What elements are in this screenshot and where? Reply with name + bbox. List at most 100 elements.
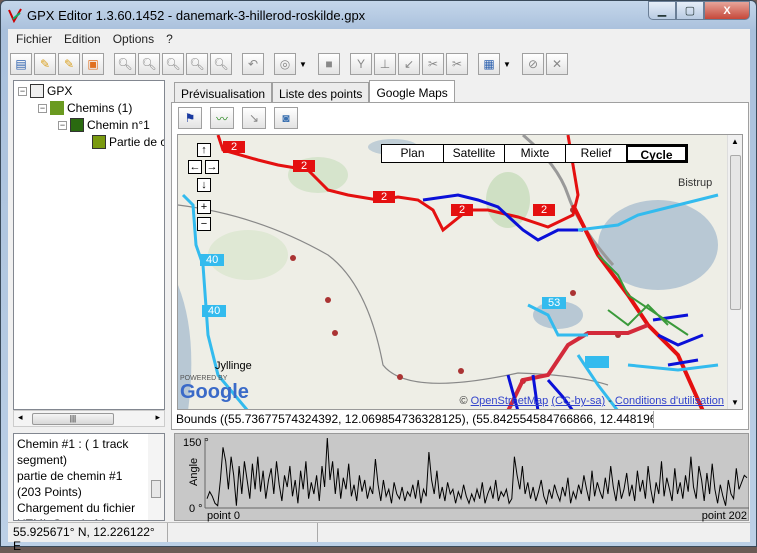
menu-help[interactable]: ? [160,29,179,49]
pan-right-button[interactable]: → [205,160,219,174]
minimize-button[interactable]: ▁ [648,1,676,20]
tracks-icon [50,101,64,115]
log-line: Chargement du fichier HTML Google Map [17,501,136,520]
close-button[interactable]: X [704,1,750,20]
zoom-in-button[interactable]: + [197,200,211,214]
undo-button[interactable]: ↶ [242,53,264,75]
app-logo-icon [8,8,22,23]
tree-node-gpx[interactable]: − GPX [18,84,72,98]
scroll-thumb[interactable]: ||| [32,413,114,425]
tab-previsualisation[interactable]: Prévisualisation [174,82,273,102]
menu-edition[interactable]: Edition [58,29,107,49]
angle-chart: 150 ° 0 ° Angle point 0 point 202 [174,433,749,522]
log-line: Chemin #1 : ( 1 track segment) [17,437,129,467]
save-map-dropdown[interactable]: ▼ [502,53,512,75]
screenshot-button[interactable]: ◙ [274,107,298,129]
export-button[interactable]: ▣ [82,53,104,75]
edit-button[interactable]: ✎ [34,53,56,75]
status-bar: 55.925671° N, 12.226122° E [8,522,750,553]
split-button[interactable]: ⊥ [374,53,396,75]
track-icon: 〰 [215,111,228,126]
link-icon: ⊘ [527,57,539,71]
menu-fichier[interactable]: Fichier [10,29,58,49]
segment-icon [92,135,106,149]
save-map-button[interactable]: ▦ [478,53,500,75]
tree-horizontal-scrollbar[interactable]: ◂ ||| ▸ [13,410,165,427]
tab-liste-des-points[interactable]: Liste des points [272,82,370,102]
map-type-cycle[interactable]: Cycle [626,145,687,162]
zoom-icon: 🔍︎ [117,57,133,71]
x-tick-label: point 202 [702,510,747,522]
map-type-mixte[interactable]: Mixte [504,145,565,162]
tab-google-maps[interactable]: Google Maps [369,80,455,102]
split-icon: ⊥ [379,57,391,71]
new-button[interactable]: ▤ [10,53,32,75]
cut-button[interactable]: ✂ [422,53,444,75]
map-canvas [178,135,730,409]
google-maps-panel: ⚑ 〰 ↘ ◙ 2 2 2 2 2 40 40 53 53 Bistrup Jy… [171,102,749,430]
track-button[interactable]: 〰 [210,107,234,129]
new-icon: ▤ [15,57,27,71]
copy-button[interactable]: ■ [318,53,340,75]
edit-points-button[interactable]: ✎ [58,53,80,75]
waypoint-button[interactable]: ⚑ [178,107,202,129]
map-type-satellite[interactable]: Satellite [443,145,504,162]
pan-up-button[interactable]: ↑ [197,143,211,157]
route-shield: 53 [585,354,610,368]
tree-node-chemins[interactable]: − Chemins (1) [38,101,132,115]
status-pane [168,523,318,542]
maximize-button[interactable]: ▢ [676,1,704,20]
tree-label: GPX [47,84,73,98]
zoom-fit-icon: 🔍︎ [189,57,205,71]
tree-node-chemin[interactable]: − Chemin n°1 [58,118,150,132]
delete-button[interactable]: ✕ [546,53,568,75]
cut-segment-icon: ✂ [451,57,463,71]
terms-link[interactable]: Conditions d'utilisation [615,395,724,407]
zoom-fit-button[interactable]: 🔍︎ [186,53,208,75]
gps-device-button[interactable]: ◎ [274,53,296,75]
zoom-in-button[interactable]: 🔍︎ [138,53,160,75]
zoom-out-button[interactable]: 🔍︎ [162,53,184,75]
scroll-right-icon[interactable]: ▸ [155,412,160,423]
zoom-button[interactable]: 🔍︎ [114,53,136,75]
copy-icon: ■ [325,57,333,71]
place-label: Bistrup [678,177,713,189]
tree-node-partie[interactable]: Partie de chemin [92,135,164,149]
link-button[interactable]: ⊘ [522,53,544,75]
map-scrollbar[interactable]: ▲ ▼ [727,135,742,409]
edit-icon: ✎ [39,57,51,71]
zoom-out-button[interactable]: − [197,217,211,231]
gps-dropdown[interactable]: ▼ [298,53,308,75]
zoom-select-button[interactable]: 🔍︎ [210,53,232,75]
pan-down-button[interactable]: ↓ [197,178,211,192]
menu-options[interactable]: Options [107,29,160,49]
google-map[interactable]: 2 2 2 2 2 40 40 53 53 Bistrup Jyllinge P… [177,134,743,410]
route-shield: 2 [223,139,246,153]
collapse-icon[interactable]: − [58,120,67,130]
bounds-readout: Bounds ((55.73677574324392, 12.069854736… [176,411,654,428]
log-line: partie de chemin #1 (203 Points) [17,469,123,499]
route-icon: ↘ [248,111,260,125]
join-button[interactable]: ↙ [398,53,420,75]
osm-link[interactable]: OpenStreetMap [471,395,549,407]
license-link[interactable]: (CC-by-sa) [551,395,605,407]
filter-button[interactable]: Y [350,53,372,75]
cut-segment-button[interactable]: ✂ [446,53,468,75]
join-icon: ↙ [403,57,415,71]
pan-left-button[interactable]: ← [188,160,202,174]
route-shield: 53 [542,295,567,309]
collapse-icon[interactable]: − [38,103,47,113]
map-type-selector: Plan Satellite Mixte Relief Cycle [381,144,688,163]
route-shield: 2 [293,158,316,172]
filter-icon: Y [356,57,365,71]
log-scrollbar[interactable] [148,434,164,520]
scroll-left-icon[interactable]: ◂ [18,412,23,423]
zoom-in-icon: 🔍︎ [141,57,157,71]
map-type-plan[interactable]: Plan [382,145,443,162]
route-button[interactable]: ↘ [242,107,266,129]
window-title: GPX Editor 1.3.60.1452 - danemark-3-hill… [27,8,366,23]
collapse-icon[interactable]: − [18,86,27,96]
app-window: GPX Editor 1.3.60.1452 - danemark-3-hill… [0,0,757,553]
map-type-relief[interactable]: Relief [565,145,626,162]
tree-label: Partie de chemin [109,135,164,149]
